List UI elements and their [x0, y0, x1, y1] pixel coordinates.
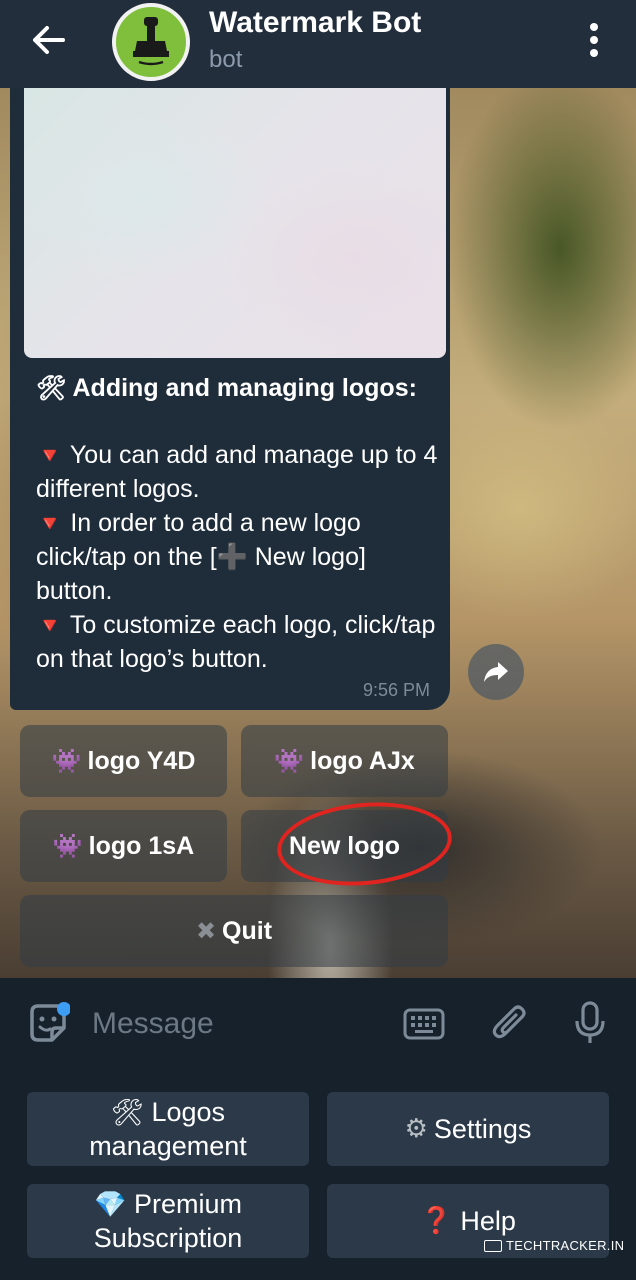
keyboard-button-settings[interactable]: ⚙ Settings [327, 1092, 609, 1166]
chat-subtitle: bot [209, 46, 243, 73]
chat-title[interactable]: Watermark Bot [209, 6, 421, 40]
message-line: 🔻 In order to add a new logo click/tap o… [36, 508, 366, 605]
gear-icon: ⚙ [404, 1113, 428, 1144]
red-triangle-icon: 🔻 [36, 511, 64, 537]
message-input-bar [0, 978, 636, 1066]
inline-button-logo-y4d[interactable]: 👾 logo Y4D [20, 725, 227, 797]
keyboard-button-premium-subscription[interactable]: 💎 Premium Subscription [27, 1184, 309, 1258]
stamp-icon [133, 17, 169, 66]
attach-button[interactable] [486, 1000, 534, 1048]
arrow-left-icon [33, 26, 65, 54]
plus-icon: ➕ [216, 543, 248, 572]
alien-monster-icon: 👾 [51, 747, 82, 775]
red-triangle-icon: 🔻 [36, 443, 64, 469]
message-heading: 🛠 Adding and managing logos: [36, 374, 417, 402]
voice-message-button[interactable] [566, 998, 614, 1048]
inline-button-quit[interactable]: ✖ Quit [20, 895, 448, 967]
avatar[interactable] [112, 3, 190, 81]
tools-icon: 🛠 [36, 374, 67, 402]
browser-icon [484, 1239, 502, 1252]
forward-button[interactable] [468, 644, 524, 700]
keyboard-button[interactable] [400, 1000, 448, 1048]
message-text: 🛠 Adding and managing logos: 🔻 You can a… [36, 372, 446, 677]
alien-monster-icon: 👾 [52, 832, 83, 860]
paperclip-icon [492, 1005, 526, 1039]
inline-button-logo-1sa[interactable]: 👾 logo 1sA [20, 810, 227, 882]
message-line: 🔻 You can add and manage up to 4 differe… [36, 440, 438, 504]
red-triangle-icon: 🔻 [36, 613, 64, 639]
vertical-dots-icon [590, 23, 598, 31]
tools-icon: 🛠 [110, 1097, 144, 1128]
chat-header: Watermark Bot bot [0, 0, 636, 88]
sticker-button[interactable] [24, 1000, 72, 1048]
close-icon: ✖ [195, 917, 217, 945]
share-arrow-icon [484, 662, 508, 682]
keyboard-icon [403, 1008, 445, 1040]
more-options-button[interactable] [576, 18, 612, 62]
site-watermark: TECHTRACKER.IN [484, 1238, 624, 1253]
back-button[interactable] [22, 18, 74, 62]
gem-icon: 💎 [94, 1189, 127, 1220]
inline-button-new-logo[interactable]: New logo [241, 810, 448, 882]
inline-button-logo-ajx[interactable]: 👾 logo AJx [241, 725, 448, 797]
keyboard-button-logos-management[interactable]: 🛠 Logos management [27, 1092, 309, 1166]
microphone-icon [575, 1001, 605, 1043]
message-bubble[interactable]: 🛠 Adding and managing logos: 🔻 You can a… [10, 88, 450, 710]
message-input[interactable] [92, 1002, 382, 1046]
message-time: 9:56 PM [362, 680, 430, 700]
message-line: 🔻 To customize each logo, click/tap on t… [36, 610, 436, 674]
alien-monster-icon: 👾 [274, 747, 305, 775]
question-icon: ❓ [420, 1205, 453, 1236]
sticker-icon [30, 1002, 70, 1042]
message-image[interactable] [24, 88, 446, 358]
